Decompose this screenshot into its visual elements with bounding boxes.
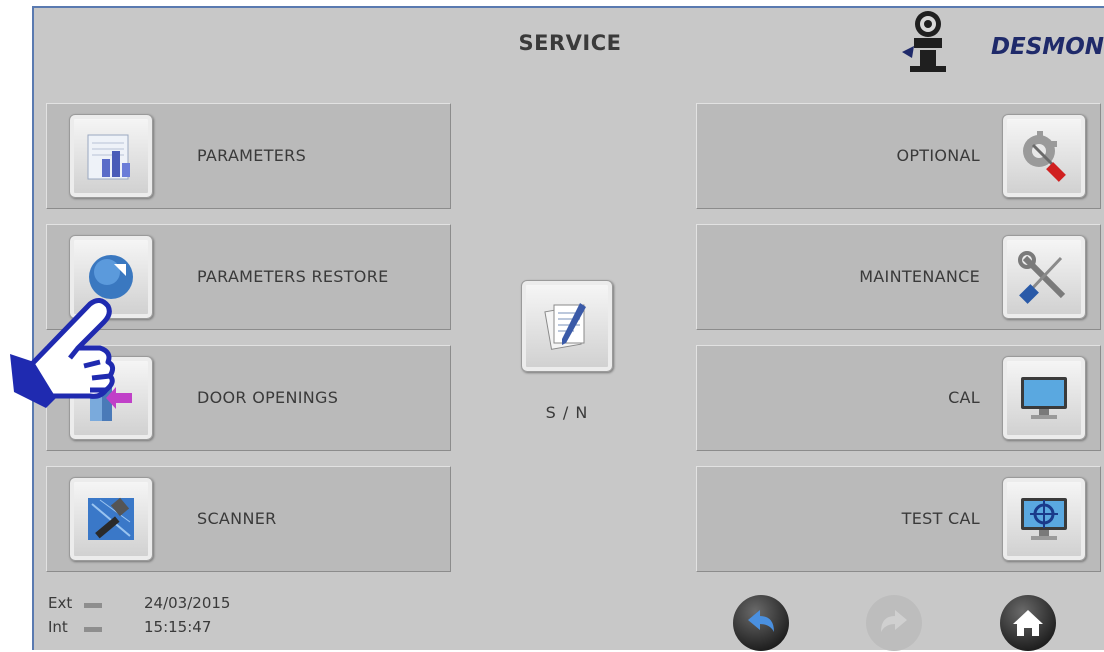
optional-button[interactable]: OPTIONAL [696,103,1101,209]
int-label: Int [48,618,68,636]
brand-logo: DESMON [898,8,1104,78]
home-button[interactable] [999,594,1057,652]
brand-name: DESMON [990,34,1104,60]
parameters-chart-icon [87,134,130,180]
desmon-emblem-icon [902,11,946,72]
forward-button[interactable] [865,594,923,652]
document-pen-icon [544,303,586,350]
back-button[interactable] [732,594,790,652]
test-cal-label: TEST CAL [901,509,980,528]
time-value: 15:15:47 [144,618,212,636]
wrench-screwdriver-icon [1018,251,1066,304]
pointing-hand-icon [10,298,116,408]
cal-label: CAL [948,388,980,407]
date-value: 24/03/2015 [144,594,231,612]
service-screen: SERVICE DESMON PARAMETERS PARAMETERS RES… [32,6,1104,652]
maintenance-label: MAINTENANCE [859,267,980,286]
parameters-button[interactable]: PARAMETERS [46,103,451,209]
scanner-button[interactable]: SCANNER [46,466,451,572]
ext-indicator [84,603,102,608]
cal-button[interactable]: CAL [696,345,1101,451]
maintenance-icon-box [1002,235,1086,319]
scanner-tools-icon [88,497,134,540]
monitor-target-icon [1021,498,1067,540]
serial-number-label: S / N [545,403,589,422]
maintenance-button[interactable]: MAINTENANCE [696,224,1101,330]
parameters-icon-box [69,114,153,198]
door-openings-label: DOOR OPENINGS [197,388,339,407]
scanner-icon-box [69,477,153,561]
back-arrow-icon [733,595,789,651]
test-cal-button[interactable]: TEST CAL [696,466,1101,572]
optional-label: OPTIONAL [896,146,980,165]
home-icon [1000,595,1056,651]
optional-icon-box [1002,114,1086,198]
test-cal-icon-box [1002,477,1086,561]
parameters-label: PARAMETERS [197,146,307,165]
gear-screwdriver-icon [1023,131,1066,182]
int-indicator [84,627,102,632]
scanner-label: SCANNER [197,509,277,528]
forward-arrow-icon [866,595,922,651]
serial-number-button[interactable] [521,280,613,372]
parameters-restore-label: PARAMETERS RESTORE [197,267,389,286]
ext-label: Ext [48,594,73,612]
cal-icon-box [1002,356,1086,440]
monitor-icon [1021,377,1067,419]
